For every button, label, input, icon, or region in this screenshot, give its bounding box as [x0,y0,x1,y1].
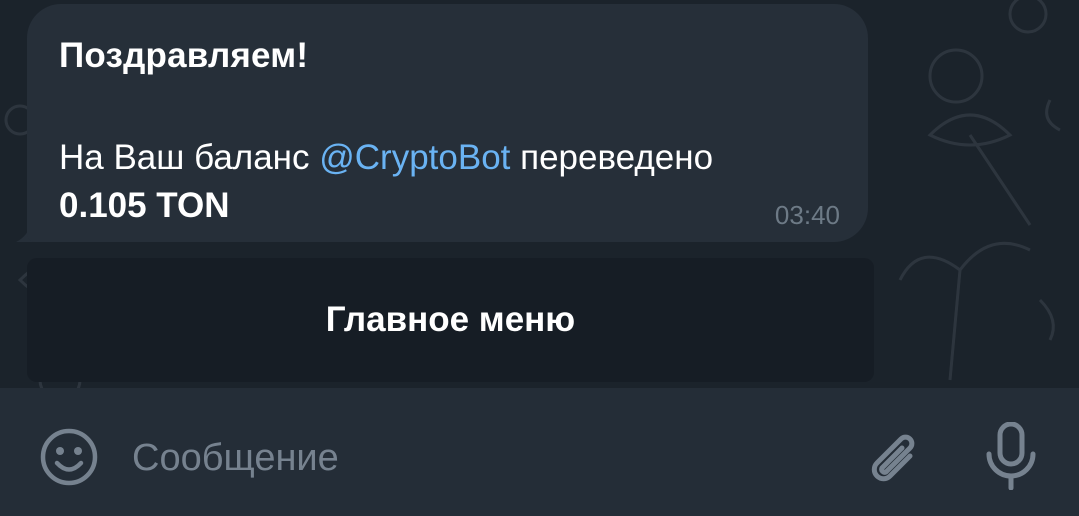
mention-link[interactable]: @CryptoBot [319,138,510,177]
message-timestamp: 03:40 [774,200,840,230]
message-input[interactable] [132,430,822,486]
message-body: На Ваш баланс @CryptoBot переведено 0.10… [59,134,849,230]
transfer-amount: 0.105 TON [59,186,230,225]
paperclip-icon[interactable] [858,424,924,490]
message-body-suffix: переведено [510,138,714,177]
message-title: Поздравляем! [59,36,309,75]
main-menu-button[interactable]: Главное меню [27,258,874,382]
smile-icon[interactable] [38,426,100,488]
microphone-icon[interactable] [982,422,1040,490]
incoming-message-bubble[interactable]: Поздравляем! На Ваш баланс @CryptoBot пе… [27,4,868,242]
message-body-prefix: На Ваш баланс [59,138,320,177]
main-menu-button-label: Главное меню [325,300,576,339]
